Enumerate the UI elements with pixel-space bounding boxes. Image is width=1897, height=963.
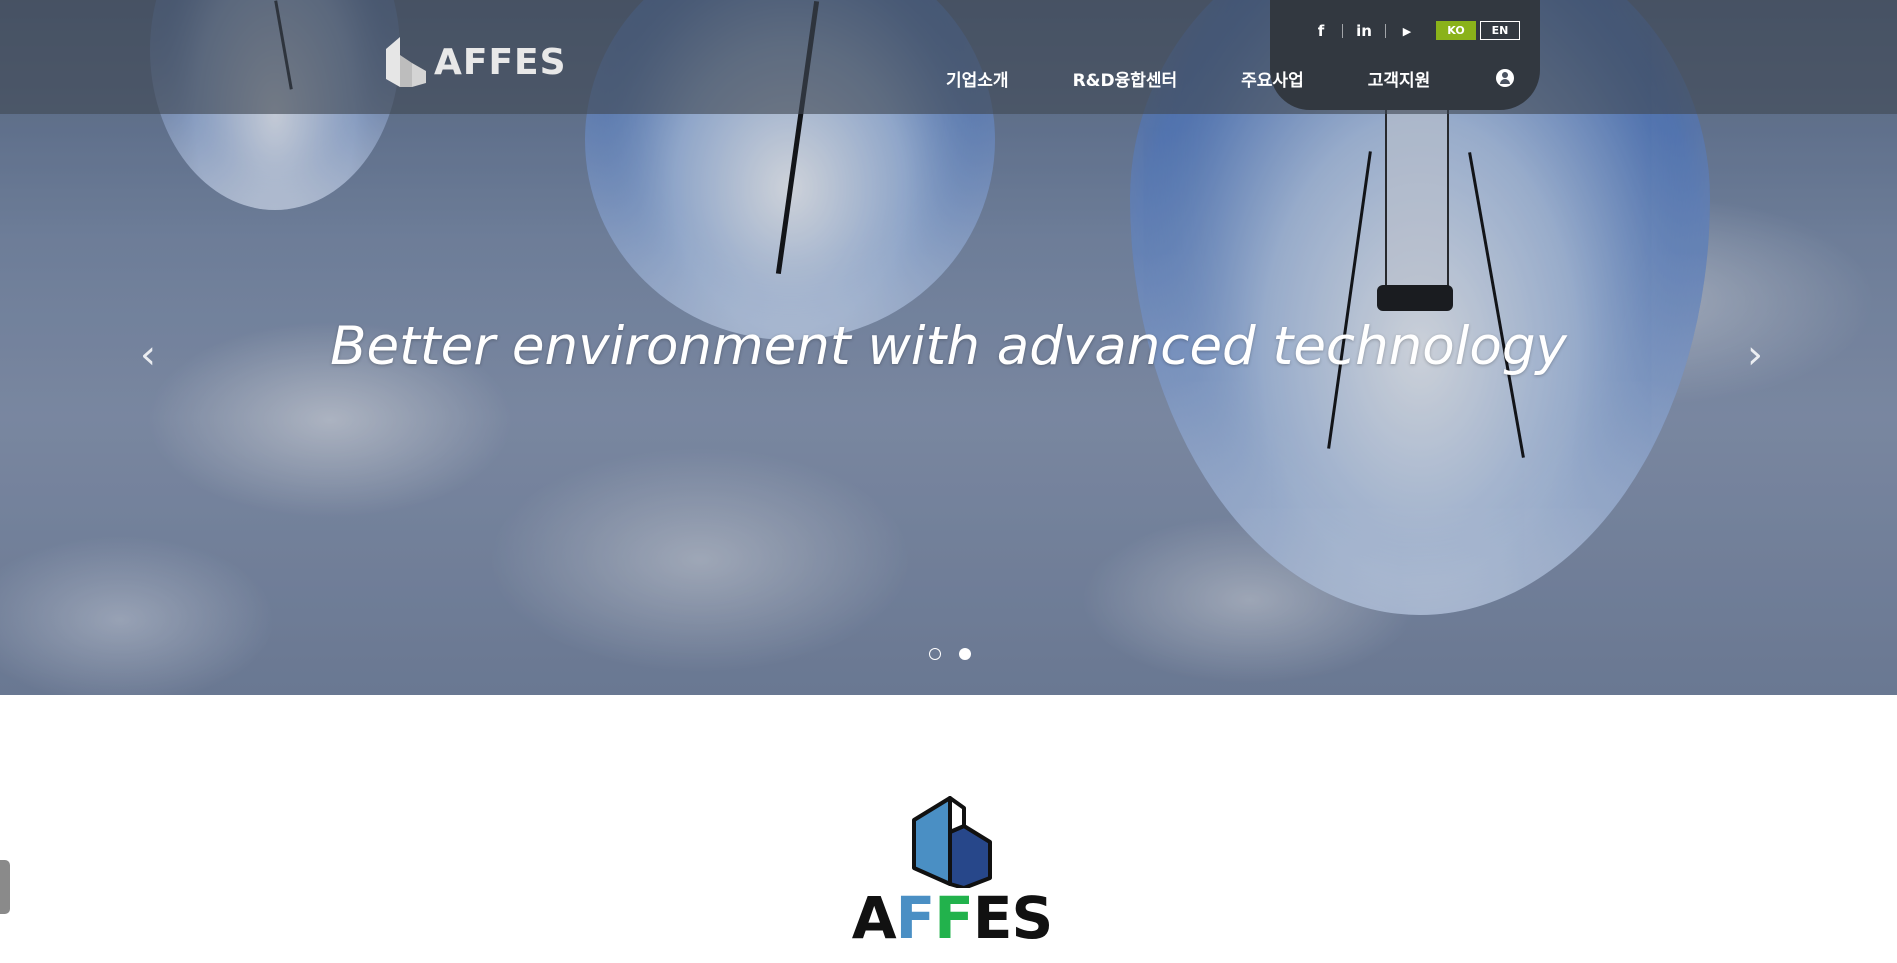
side-drawer-handle[interactable] — [0, 860, 10, 914]
nav-item-support[interactable]: 고객지원 — [1368, 66, 1431, 91]
carousel-next-button[interactable]: › — [1740, 335, 1770, 375]
nav-item-rnd-center[interactable]: R&D융합센터 — [1073, 66, 1178, 91]
hero-headline: Better environment with advanced technol… — [330, 316, 1567, 377]
carousel-prev-button[interactable]: ‹ — [133, 335, 163, 375]
brand-mark-icon — [912, 796, 992, 888]
main-nav: 기업소개 R&D융합센터 주요사업 고객지원 — [946, 64, 1515, 92]
brand-wordmark: AFFES — [832, 888, 1072, 948]
brand-letter: E — [972, 884, 1013, 952]
carousel-dot-2[interactable] — [959, 648, 971, 660]
facebook-icon[interactable]: f — [1300, 20, 1342, 42]
user-circle-icon[interactable] — [1496, 69, 1515, 87]
brand-logo: AFFES — [832, 796, 1072, 956]
brand-letter: F — [895, 884, 936, 952]
lang-en-button[interactable]: EN — [1480, 21, 1520, 40]
nav-item-company[interactable]: 기업소개 — [946, 66, 1009, 91]
social-links: f in ▶ — [1300, 20, 1428, 42]
youtube-icon[interactable]: ▶ — [1386, 20, 1428, 42]
brand-letter: A — [851, 884, 897, 952]
language-switcher: KO EN — [1436, 21, 1520, 40]
logo-mark-icon — [386, 37, 426, 87]
brand-letter: F — [934, 884, 974, 952]
header-logo[interactable]: AFFES — [382, 34, 572, 90]
site-header: AFFES f in ▶ KO EN 기업소개 R&D융합센터 주요사업 고객지… — [0, 0, 1897, 114]
lang-ko-button[interactable]: KO — [1436, 21, 1476, 40]
nav-item-business[interactable]: 주요사업 — [1241, 66, 1304, 91]
carousel-dot-1[interactable] — [929, 648, 941, 660]
carousel-pagination — [929, 648, 971, 660]
brand-letter: S — [1011, 884, 1053, 952]
linkedin-icon[interactable]: in — [1343, 20, 1385, 42]
logo-wordmark: AFFES — [434, 41, 567, 83]
